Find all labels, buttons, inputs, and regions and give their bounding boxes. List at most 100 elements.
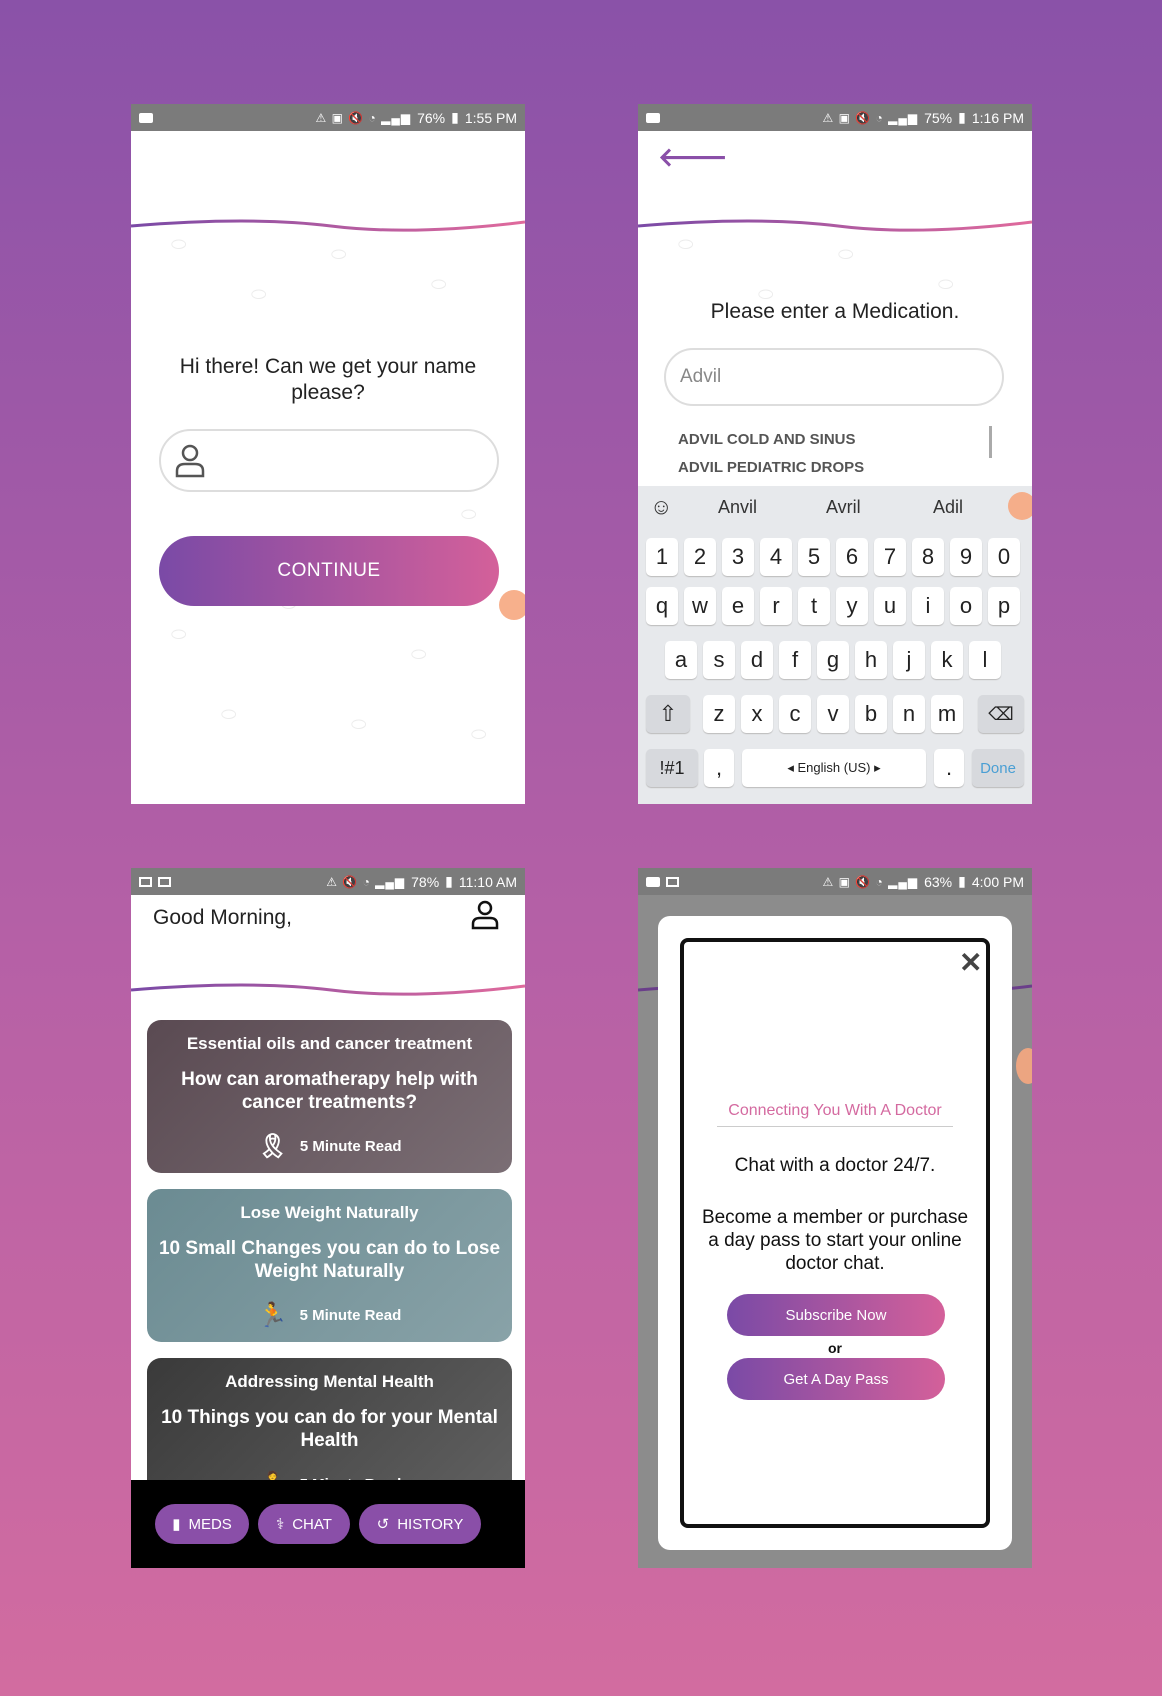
nav-chat-button[interactable]: ⚕ CHAT — [258, 1504, 350, 1544]
nav-history-button[interactable]: ↺ HISTORY — [359, 1504, 481, 1544]
key-j[interactable]: j — [893, 641, 925, 679]
key-g[interactable]: g — [817, 641, 849, 679]
medication-prompt: Please enter a Medication. — [710, 300, 960, 323]
key-i[interactable]: i — [912, 587, 944, 625]
article-card[interactable]: Lose Weight Naturally 10 Small Changes y… — [147, 1189, 512, 1342]
article-title: How can aromatherapy help with cancer tr… — [181, 1069, 478, 1113]
mail-icon — [666, 876, 679, 887]
read-time-label: 5 Minute Read — [299, 1307, 402, 1324]
read-time-label: 5 Minute Read — [299, 1138, 402, 1155]
emoji-icon[interactable]: ☺ — [650, 494, 672, 520]
floating-orb[interactable] — [499, 590, 525, 620]
watermark-icon: ⬭ — [461, 504, 477, 524]
key-y[interactable]: y — [836, 587, 868, 625]
key-o[interactable]: o — [950, 587, 982, 625]
period-key[interactable]: . — [934, 749, 964, 787]
status-time: 4:00 PM — [971, 873, 1024, 890]
medication-input[interactable] — [664, 348, 1004, 406]
key-r[interactable]: r — [760, 587, 792, 625]
article-card[interactable]: Essential oils and cancer treatment How … — [147, 1020, 512, 1173]
key-6[interactable]: 6 — [836, 538, 868, 576]
key-3[interactable]: 3 — [722, 538, 754, 576]
suggestion-scrollbar[interactable] — [989, 426, 992, 458]
watermark-icon: ⬭ — [431, 274, 447, 294]
watermark-icon: ⬭ — [351, 714, 367, 734]
screen-doctor-modal: ⚠ ▣ 🔇 ◔ ▂▄▆ 63% ▮ 4:00 PM ✕ Connecting Y… — [638, 868, 1032, 1568]
key-m[interactable]: m — [931, 695, 963, 733]
comma-key[interactable]: , — [704, 749, 734, 787]
back-arrow-icon[interactable]: 🡐 — [658, 142, 728, 173]
suggestion-item[interactable]: ADVIL PEDIATRIC DROPS — [678, 459, 864, 476]
article-title: 10 Things you can do for your Mental Hea… — [161, 1407, 498, 1451]
key-k[interactable]: k — [931, 641, 963, 679]
camera-icon — [646, 876, 660, 887]
status-bar: ⚠ ▣ 🔇 ◔ ▂▄▆ 63% ▮ 4:00 PM — [638, 868, 1032, 895]
watermark-icon: ⬭ — [938, 274, 954, 294]
number-row: 1234567890 — [638, 538, 1032, 578]
nav-history-label: HISTORY — [397, 1515, 464, 1533]
on-screen-keyboard: ☺ Anvil Avril Adil 1234567890 qwertyuiop… — [638, 486, 1032, 804]
key-0[interactable]: 0 — [988, 538, 1020, 576]
key-z[interactable]: z — [703, 695, 735, 733]
key-8[interactable]: 8 — [912, 538, 944, 576]
modal-frame: ✕ Connecting You With A Doctor Chat with… — [680, 938, 990, 1528]
symbols-key[interactable]: !#1 — [646, 749, 698, 787]
watermark-icon: ⬭ — [411, 644, 427, 664]
key-v[interactable]: v — [817, 695, 849, 733]
mail-icon — [139, 876, 152, 887]
key-n[interactable]: n — [893, 695, 925, 733]
key-a[interactable]: a — [665, 641, 697, 679]
key-w[interactable]: w — [684, 587, 716, 625]
day-pass-button[interactable]: Get A Day Pass — [727, 1358, 945, 1400]
done-key[interactable]: Done — [972, 749, 1024, 787]
key-b[interactable]: b — [855, 695, 887, 733]
shift-key[interactable]: ⇧ — [646, 695, 690, 733]
key-7[interactable]: 7 — [874, 538, 906, 576]
profile-icon[interactable] — [471, 900, 499, 930]
key-t[interactable]: t — [798, 587, 830, 625]
key-5[interactable]: 5 — [798, 538, 830, 576]
key-2[interactable]: 2 — [684, 538, 716, 576]
prediction-item[interactable]: Anvil — [718, 497, 757, 518]
key-x[interactable]: x — [741, 695, 773, 733]
continue-button[interactable]: CONTINUE — [159, 536, 499, 606]
key-e[interactable]: e — [722, 587, 754, 625]
nav-meds-button[interactable]: ▮ MEDS — [155, 1504, 249, 1544]
status-bar: ⚠ ▣ 🔇 ◔ ▂▄▆ 76% ▮ 1:55 PM — [131, 104, 525, 131]
key-s[interactable]: s — [703, 641, 735, 679]
key-c[interactable]: c — [779, 695, 811, 733]
prediction-item[interactable]: Adil — [933, 497, 963, 518]
mail-icon — [158, 876, 171, 887]
key-h[interactable]: h — [855, 641, 887, 679]
key-f[interactable]: f — [779, 641, 811, 679]
key-4[interactable]: 4 — [760, 538, 792, 576]
status-icons: ⚠ ▣ 🔇 ◔ ▂▄▆ — [822, 110, 919, 125]
treadmill-icon: 🏃 — [257, 1302, 288, 1329]
key-1[interactable]: 1 — [646, 538, 678, 576]
key-u[interactable]: u — [874, 587, 906, 625]
camera-icon — [646, 112, 660, 123]
name-input[interactable] — [159, 429, 499, 492]
subscribe-button[interactable]: Subscribe Now — [727, 1294, 945, 1336]
floating-orb[interactable] — [1008, 492, 1032, 520]
prediction-item[interactable]: Avril — [826, 497, 861, 518]
watermark-icon: ⬭ — [471, 724, 487, 744]
key-d[interactable]: d — [741, 641, 773, 679]
space-bar[interactable]: ◂ English (US) ▸ — [742, 749, 926, 787]
watermark-icon: ⬭ — [331, 244, 347, 264]
key-q[interactable]: q — [646, 587, 678, 625]
article-category: Addressing Mental Health — [225, 1372, 434, 1391]
backspace-icon[interactable]: ⌫ — [978, 695, 1024, 733]
battery-level: 78% — [411, 873, 440, 890]
floating-orb[interactable] — [1016, 1048, 1032, 1084]
status-icons: ⚠ ▣ 🔇 ◔ ▂▄▆ — [822, 874, 919, 889]
bottom-row: !#1 , ◂ English (US) ▸ . Done — [638, 749, 1032, 789]
modal-line-2: Become a member or purchase a day pass t… — [701, 1207, 969, 1274]
bottom-nav: ▮ MEDS ⚕ CHAT ↺ HISTORY — [131, 1480, 525, 1568]
key-l[interactable]: l — [969, 641, 1001, 679]
key-9[interactable]: 9 — [950, 538, 982, 576]
close-icon[interactable]: ✕ — [959, 946, 982, 979]
key-p[interactable]: p — [988, 587, 1020, 625]
suggestion-item[interactable]: ADVIL COLD AND SINUS — [678, 431, 856, 448]
battery-level: 63% — [924, 873, 953, 890]
